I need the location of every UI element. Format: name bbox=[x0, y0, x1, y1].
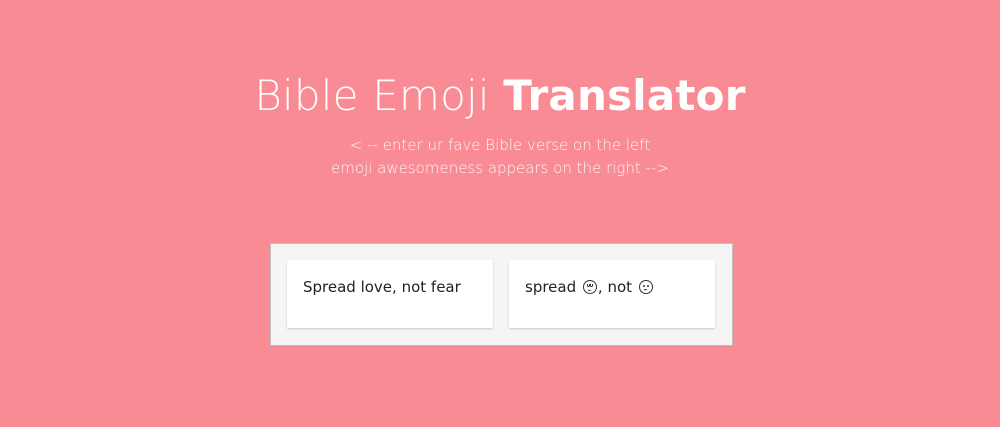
instruction-text: < -- enter ur fave Bible verse on the le… bbox=[0, 134, 1000, 180]
emoji-output-card: spread , not bbox=[509, 260, 715, 328]
title-bold-part: Translator bbox=[503, 71, 746, 120]
page-header: Bible Emoji Translator < -- enter ur fav… bbox=[0, 70, 1000, 180]
verse-input-card[interactable]: Spread love, not fear bbox=[287, 260, 493, 328]
emoji-eye-right bbox=[646, 285, 649, 287]
translator-panel: Spread love, not fear spread , not bbox=[270, 243, 733, 346]
instruction-line-2: emoji awesomeness appears on the right -… bbox=[331, 159, 669, 177]
title-light-part: Bible Emoji bbox=[254, 71, 490, 120]
page-title: Bible Emoji Translator bbox=[0, 70, 1000, 122]
emoji-eye-right bbox=[589, 284, 593, 287]
output-middle: , not bbox=[597, 278, 633, 296]
emoji-output-text: spread , not bbox=[525, 276, 699, 298]
emoji-eye-left bbox=[642, 285, 645, 287]
output-prefix: spread bbox=[525, 278, 577, 296]
fearful-face-icon bbox=[638, 280, 653, 294]
emoji-mouth bbox=[643, 289, 649, 292]
emoji-mouth bbox=[587, 288, 593, 291]
smiling-face-with-heart-eyes-icon bbox=[582, 280, 597, 294]
verse-input[interactable]: Spread love, not fear bbox=[303, 276, 477, 312]
instruction-line-1: < -- enter ur fave Bible verse on the le… bbox=[349, 136, 651, 154]
